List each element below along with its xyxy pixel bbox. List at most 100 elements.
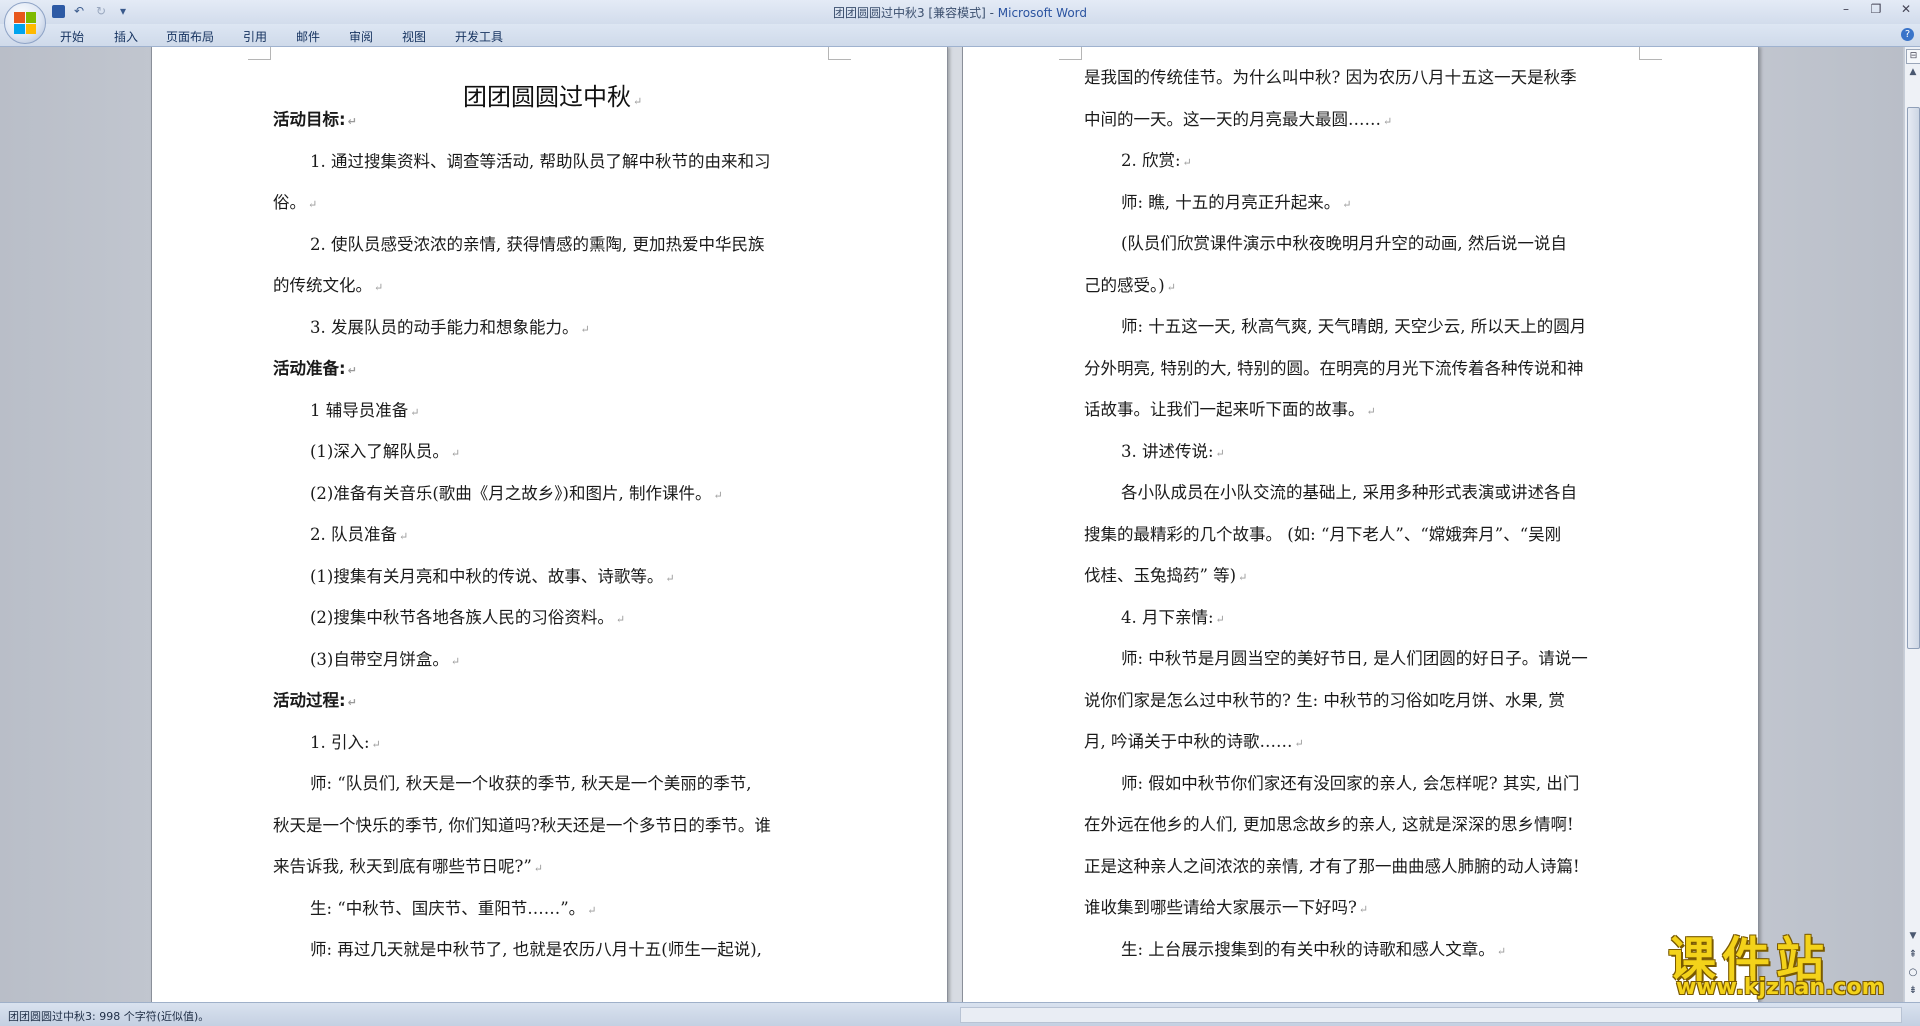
window-controls: – ❐ ✕ <box>1838 2 1914 16</box>
title-separator: - <box>985 6 998 20</box>
document-line: 师: 再过几天就是中秋节了, 也就是农历八月十五(师生一起说), <box>310 936 762 960</box>
line-text: (1)搜集有关月亮和中秋的传说、故事、诗歌等。 <box>310 566 664 586</box>
paragraph-mark-icon: ↵ <box>587 903 597 917</box>
tab-page-layout[interactable]: 页面布局 <box>166 28 214 45</box>
line-text: 秋天是一个快乐的季节, 你们知道吗?秋天还是一个多节日的季节。谁 <box>273 815 771 835</box>
help-icon[interactable]: ? <box>1901 28 1914 41</box>
document-line: 搜集的最精彩的几个故事。 (如: “月下老人”、“嫦娥奔月”、“吴刚 <box>1084 521 1561 545</box>
tab-view[interactable]: 视图 <box>402 28 426 45</box>
scroll-up-icon[interactable]: ▲ <box>1905 65 1920 79</box>
line-text: 生: 上台展示搜集到的有关中秋的诗歌和感人文章。 <box>1121 939 1495 959</box>
crop-mark <box>828 47 851 60</box>
paragraph-mark-icon: ↵ <box>1383 114 1393 128</box>
paragraph-mark-icon: ↵ <box>450 447 461 460</box>
tab-home[interactable]: 开始 <box>60 28 84 45</box>
document-title: 团团圆圆过中秋 ↵ <box>463 83 643 111</box>
paragraph-mark-icon: ↵ <box>1294 737 1304 750</box>
paragraph-mark-icon: ↵ <box>371 737 381 751</box>
document-line: 1. 引入: ↵ <box>310 729 381 753</box>
document-line: 2. 欣赏: ↵ <box>1121 147 1192 171</box>
paragraph-mark-icon: ↵ <box>580 322 590 336</box>
ribbon-tab-bar: 开始 插入 页面布局 引用 邮件 审阅 视图 开发工具 ? <box>0 24 1920 47</box>
line-text: 谁收集到哪些请给大家展示一下好吗? <box>1084 898 1357 917</box>
window-title: 团团圆圆过中秋3 [兼容模式] - Microsoft Word <box>0 4 1920 21</box>
document-line: (队员们欣赏课件演示中秋夜晚明月升空的动画, 然后说一说自 <box>1121 230 1567 254</box>
document-line: 师: 十五这一天, 秋高气爽, 天气晴朗, 天空少云, 所以天上的圆月 <box>1121 313 1586 337</box>
document-line: 2. 使队员感受浓浓的亲情, 获得情感的熏陶, 更加热爱中华民族 <box>310 231 764 255</box>
paragraph-mark-icon: ↵ <box>1238 571 1248 584</box>
paragraph-mark-icon: ↵ <box>1496 944 1507 958</box>
document-line: (2)准备有关音乐(歌曲《月之故乡》)和图片, 制作课件。 ↵ <box>310 480 723 504</box>
watermark-url: www.kjzhan.com <box>1676 975 1885 1000</box>
line-text: 1. 通过搜集资料、调查等活动, 帮助队员了解中秋节的由来和习 <box>310 151 771 171</box>
section-heading: 活动过程: ↵ <box>273 687 357 711</box>
document-line: 师: 瞧, 十五的月亮正升起来。 ↵ <box>1121 189 1352 213</box>
line-text: 师: 假如中秋节你们家还有没回家的亲人, 会怎样呢? 其实, 出门 <box>1121 773 1580 793</box>
scroll-thumb[interactable] <box>1907 107 1920 649</box>
line-text: 月, 吟诵关于中秋的诗歌…… <box>1084 732 1293 751</box>
paragraph-mark-icon: ↵ <box>1215 612 1225 626</box>
line-text: 说你们家是怎么过中秋节的? 生: 中秋节的习俗如吃月饼、水果, 赏 <box>1084 690 1565 710</box>
word-count-status[interactable]: 团团圆圆过中秋3: 998 个字符(近似值)。 <box>8 1008 209 1024</box>
document-line: 月, 吟诵关于中秋的诗歌…… ↵ <box>1084 728 1304 752</box>
document-page-right[interactable]: 是我国的传统佳节。为什么叫中秋? 因为农历八月十五这一天是秋季 中间的一天。这一天… <box>962 47 1759 1002</box>
vertical-scrollbar[interactable]: ⊟ ▲ ▼ ⇞ ○ ⇟ <box>1904 47 1920 1002</box>
document-line: 来告诉我, 秋天到底有哪些节日呢?” ↵ <box>273 853 543 877</box>
line-text: 己的感受。) <box>1084 275 1165 295</box>
tab-references[interactable]: 引用 <box>243 28 267 45</box>
document-line: 3. 发展队员的动手能力和想象能力。 ↵ <box>310 314 590 338</box>
close-icon[interactable]: ✕ <box>1898 2 1914 16</box>
tab-insert[interactable]: 插入 <box>114 28 138 45</box>
restore-icon[interactable]: ❐ <box>1868 2 1884 16</box>
tab-review[interactable]: 审阅 <box>349 28 373 45</box>
paragraph-mark-icon: ↵ <box>347 696 357 709</box>
paragraph-mark-icon: ↵ <box>1342 197 1352 211</box>
office-logo-icon <box>14 12 36 34</box>
paragraph-mark-icon: ↵ <box>347 364 357 377</box>
line-text: 来告诉我, 秋天到底有哪些节日呢?” <box>273 857 532 876</box>
office-button[interactable] <box>4 2 46 44</box>
line-text: (2)搜集中秋节各地各族人民的习俗资料。 <box>310 608 614 627</box>
paragraph-mark-icon: ↵ <box>533 862 543 875</box>
document-line: 秋天是一个快乐的季节, 你们知道吗?秋天还是一个多节日的季节。谁 <box>273 812 771 836</box>
view-ruler-icon[interactable]: ⊟ <box>1906 49 1920 64</box>
line-text: 伐桂、玉兔捣药” 等) <box>1084 566 1237 585</box>
line-text: (2)准备有关音乐(歌曲《月之故乡》)和图片, 制作课件。 <box>310 483 712 503</box>
paragraph-mark-icon: ↵ <box>1358 903 1369 916</box>
crop-mark <box>1059 47 1082 60</box>
document-line: 己的感受。) ↵ <box>1084 272 1176 296</box>
line-text: 2. 队员准备 <box>310 525 397 544</box>
line-text: (1)深入了解队员。 <box>310 442 449 461</box>
document-name: 团团圆圆过中秋3 [兼容模式] <box>832 6 986 20</box>
minimize-icon[interactable]: – <box>1838 2 1854 16</box>
site-watermark: 课件站 www.kjzhan.com <box>1668 920 1908 1000</box>
document-line: (1)深入了解队员。 ↵ <box>310 438 460 462</box>
paragraph-mark-icon: ↵ <box>1166 280 1176 294</box>
line-text: 正是这种亲人之间浓浓的亲情, 才有了那一曲曲感人肺腑的动人诗篇! <box>1084 856 1580 876</box>
document-line: 说你们家是怎么过中秋节的? 生: 中秋节的习俗如吃月饼、水果, 赏 <box>1084 687 1565 711</box>
paragraph-mark-icon: ↵ <box>399 530 409 543</box>
document-page-left[interactable]: 团团圆圆过中秋 ↵ 活动目标: ↵ 1. 通过搜集资料、调查等活动, 帮助队员了解中秋… <box>151 47 948 1002</box>
line-text: 师: 十五这一天, 秋高气爽, 天气晴朗, 天空少云, 所以天上的圆月 <box>1121 317 1587 336</box>
horizontal-scrollbar[interactable] <box>960 1007 1902 1023</box>
line-text: 生: “中秋节、国庆节、重阳节……”。 <box>310 898 586 918</box>
line-text: (3)自带空月饼盒。 <box>310 649 449 669</box>
line-text: 是我国的传统佳节。为什么叫中秋? 因为农历八月十五这一天是秋季 <box>1084 68 1577 87</box>
document-line: (1)搜集有关月亮和中秋的传说、故事、诗歌等。 ↵ <box>310 563 675 587</box>
document-line: 的传统文化。 ↵ <box>273 272 383 296</box>
document-line: 3. 讲述传说: ↵ <box>1121 438 1225 462</box>
document-line: 2. 队员准备 ↵ <box>310 521 408 545</box>
app-name: Microsoft Word <box>997 6 1088 20</box>
document-line: 各小队成员在小队交流的基础上, 采用多种形式表演或讲述各自 <box>1121 479 1577 503</box>
line-text: 活动目标: <box>273 110 346 129</box>
tab-mailings[interactable]: 邮件 <box>296 28 320 45</box>
tab-developer[interactable]: 开发工具 <box>455 28 503 45</box>
line-text: 在外远在他乡的人们, 更加思念故乡的亲人, 这就是深深的思乡情啊! <box>1084 815 1574 834</box>
line-text: 话故事。让我们一起来听下面的故事。 <box>1084 400 1365 419</box>
paragraph-mark-icon: ↵ <box>410 405 420 419</box>
document-line: 俗。 ↵ <box>273 189 317 213</box>
paragraph-mark-icon: ↵ <box>1215 446 1225 460</box>
paragraph-mark-icon: ↵ <box>665 571 675 585</box>
paragraph-mark-icon: ↵ <box>347 115 357 128</box>
title-bar: ↶ ↻ ▾ 团团圆圆过中秋3 [兼容模式] - Microsoft Word –… <box>0 0 1920 24</box>
